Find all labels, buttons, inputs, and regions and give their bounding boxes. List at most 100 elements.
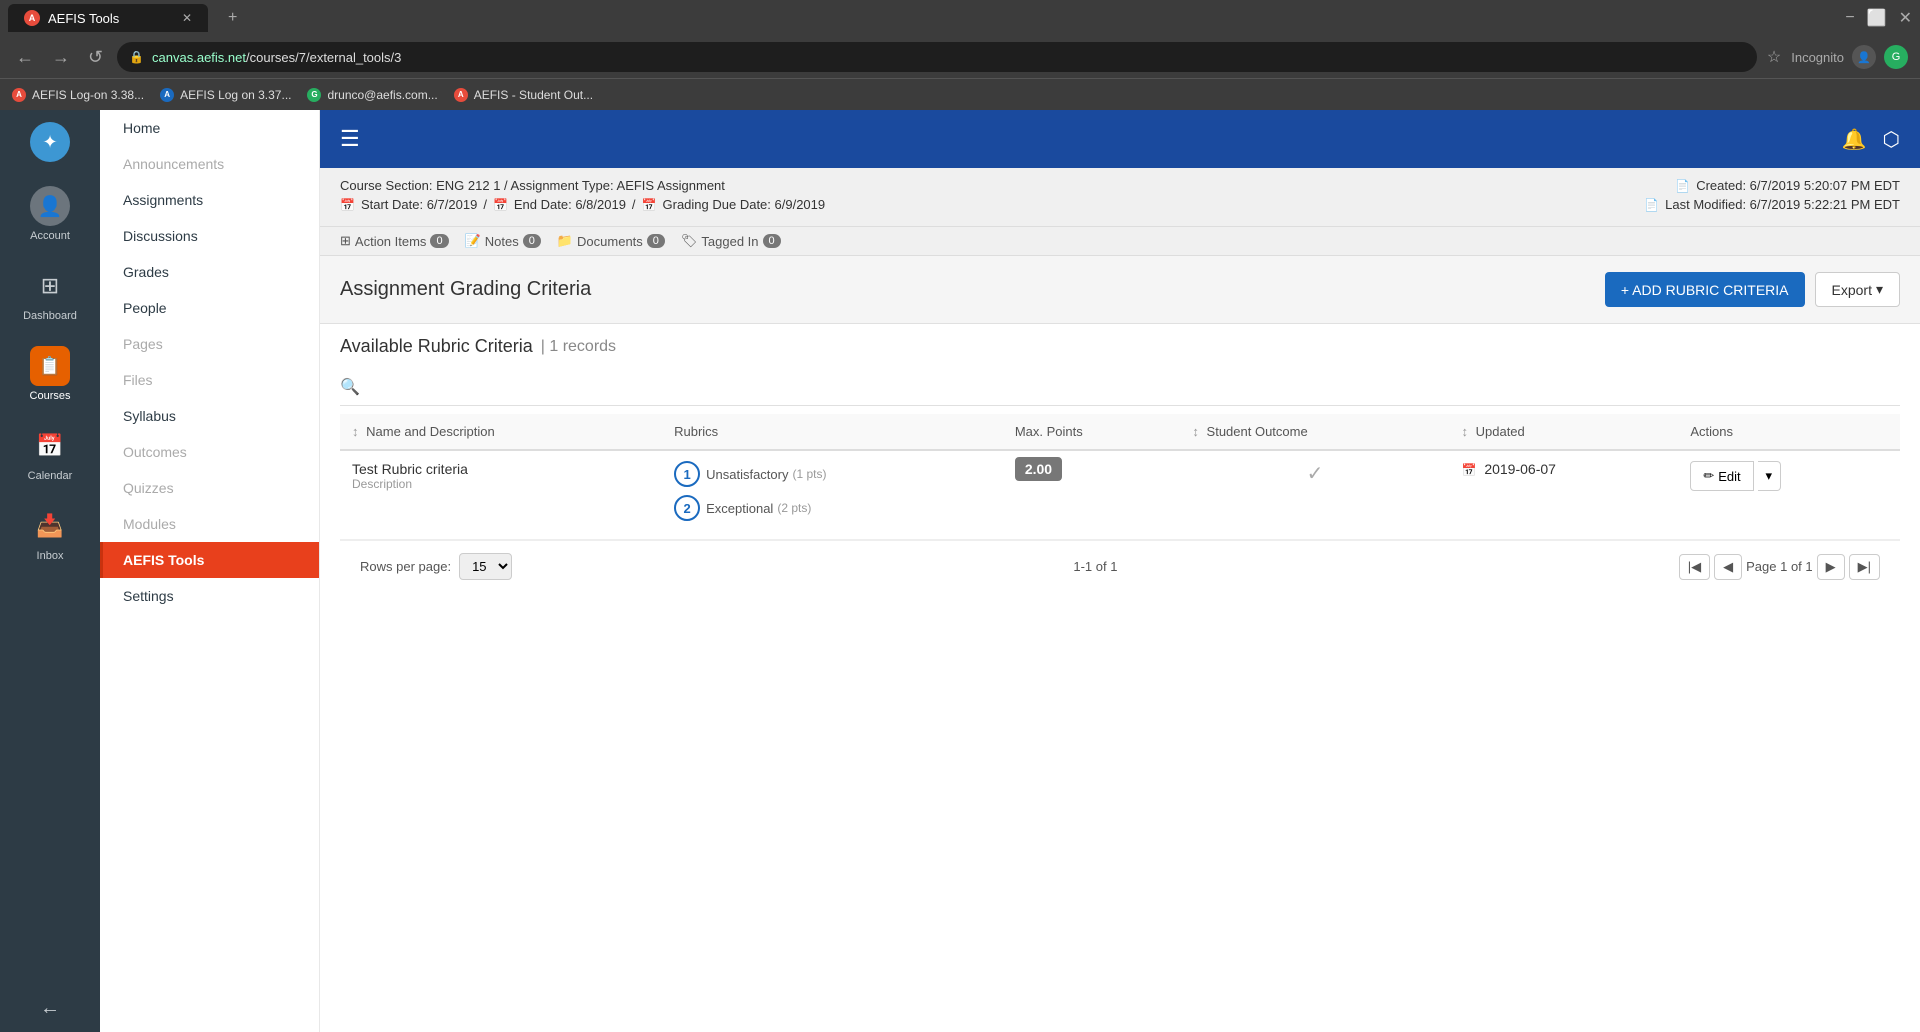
row-actions-cell: ✏ Edit ▾: [1678, 450, 1900, 540]
info-bar-left: Course Section: ENG 212 1 / Assignment T…: [340, 178, 825, 216]
col-max-points[interactable]: Max. Points: [1003, 414, 1181, 450]
edit-button[interactable]: ✏ Edit: [1690, 461, 1753, 491]
col-name-label: Name and Description: [366, 424, 495, 439]
bell-icon[interactable]: 🔔: [1842, 127, 1867, 152]
action-items-link[interactable]: ⊞ Action Items 0: [340, 233, 449, 249]
pencil-icon: ✏: [1703, 468, 1714, 484]
table-head: ↕ Name and Description Rubrics Max. Poin…: [340, 414, 1900, 450]
calendar-icon: 📅: [30, 426, 70, 466]
bookmark-button[interactable]: ☆: [1767, 47, 1781, 67]
url-display: canvas.aefis.net/courses/7/external_tool…: [152, 50, 401, 65]
calendar-icon-small: 📅: [340, 198, 355, 212]
browser-tab-active[interactable]: A AEFIS Tools ✕: [8, 4, 208, 32]
new-tab-button[interactable]: +: [216, 3, 249, 33]
account-icon: 👤: [30, 186, 70, 226]
global-nav-inbox[interactable]: 📥 Inbox: [0, 494, 100, 574]
col-student-outcome-label: Student Outcome: [1207, 424, 1308, 439]
pagination-range: 1-1 of 1: [1073, 559, 1117, 574]
course-nav-syllabus[interactable]: Syllabus: [100, 398, 319, 434]
global-nav-courses[interactable]: 📋 Courses: [0, 334, 100, 414]
col-rubrics: Rubrics: [662, 414, 1003, 450]
next-page-button[interactable]: ▶: [1817, 554, 1845, 580]
tagged-in-link[interactable]: 🏷 Tagged In 0: [681, 233, 781, 249]
course-nav-discussions[interactable]: Discussions: [100, 218, 319, 254]
aefis-iframe-content: ☰ 🔔 ⬡ Course Section: ENG 212 1 / Assign…: [320, 110, 1920, 1032]
documents-link[interactable]: 📁 Documents 0: [557, 233, 665, 249]
col-student-outcome[interactable]: ↕ Student Outcome: [1180, 414, 1449, 450]
courses-label: Courses: [30, 390, 71, 402]
bookmark-label-4: AEFIS - Student Out...: [474, 88, 593, 102]
profile-icon: G: [1884, 45, 1908, 69]
separator-1: /: [483, 197, 487, 212]
user-icon: 👤: [30, 186, 70, 226]
rows-per-page-select[interactable]: 15 25 50: [459, 553, 512, 580]
url-domain: canvas.aefis.net: [152, 50, 246, 65]
row-updated-cell: 📅 2019-06-07: [1449, 450, 1678, 540]
course-nav-people[interactable]: People: [100, 290, 319, 326]
global-nav-account[interactable]: 👤 Account: [0, 174, 100, 254]
course-nav-grades[interactable]: Grades: [100, 254, 319, 290]
incognito-label: Incognito: [1791, 50, 1844, 65]
rows-per-page-label: Rows per page:: [360, 559, 451, 574]
course-navigation: Home Announcements Assignments Discussio…: [100, 110, 320, 1032]
modified-icon: 📄: [1644, 198, 1659, 212]
edit-dropdown-button[interactable]: ▾: [1758, 461, 1782, 491]
date-info: 📅 Start Date: 6/7/2019 / 📅 End Date: 6/8…: [340, 197, 825, 212]
bookmark-google[interactable]: G drunco@aefis.com...: [307, 88, 437, 102]
bookmark-aefis-2[interactable]: A AEFIS Log on 3.37...: [160, 88, 291, 102]
add-rubric-criteria-button[interactable]: + ADD RUBRIC CRITERIA: [1605, 272, 1805, 307]
row-name: Test Rubric criteria: [352, 461, 650, 477]
export-button[interactable]: Export ▾: [1815, 272, 1901, 307]
minimize-button[interactable]: −: [1845, 9, 1854, 27]
end-date-text: End Date: 6/8/2019: [514, 197, 626, 212]
last-page-button[interactable]: ▶|: [1849, 554, 1880, 580]
rubric-label-1: Unsatisfactory: [706, 467, 788, 482]
calendar-label: Calendar: [28, 470, 73, 482]
search-icon: 🔍: [340, 377, 360, 397]
search-input[interactable]: [368, 379, 1900, 395]
table-header-row: Available Rubric Criteria | 1 records: [340, 324, 1900, 369]
col-name[interactable]: ↕ Name and Description: [340, 414, 662, 450]
browser-titlebar: A AEFIS Tools ✕ + − ⬜ ✕: [0, 0, 1920, 36]
col-max-points-label: Max. Points: [1015, 424, 1083, 439]
notes-link[interactable]: 📝 Notes 0: [465, 233, 541, 249]
bookmark-aefis-1[interactable]: A AEFIS Log-on 3.38...: [12, 88, 144, 102]
global-nav-collapse[interactable]: ←: [0, 985, 100, 1032]
forward-button[interactable]: →: [48, 43, 74, 72]
close-button[interactable]: ✕: [1899, 8, 1912, 28]
bookmark-aefis-3[interactable]: A AEFIS - Student Out...: [454, 88, 593, 102]
close-tab-button[interactable]: ✕: [182, 11, 192, 25]
documents-label: Documents: [577, 234, 643, 249]
global-nav-dashboard[interactable]: ⊞ Dashboard: [0, 254, 100, 334]
main-content: ☰ 🔔 ⬡ Course Section: ENG 212 1 / Assign…: [320, 110, 1920, 1032]
back-button[interactable]: ←: [12, 43, 38, 72]
sort-arrows-updated: ↕: [1461, 424, 1468, 439]
course-nav-aefis-tools[interactable]: AEFIS Tools: [100, 542, 319, 578]
course-nav-settings[interactable]: Settings: [100, 578, 319, 614]
global-nav-home[interactable]: ✦: [0, 110, 100, 174]
course-section-text: Course Section: ENG 212 1 / Assignment T…: [340, 178, 725, 193]
address-bar[interactable]: 🔒 canvas.aefis.net/courses/7/external_to…: [117, 42, 1757, 72]
global-nav-calendar[interactable]: 📅 Calendar: [0, 414, 100, 494]
external-link-icon[interactable]: ⬡: [1883, 127, 1900, 152]
available-rubric-title: Available Rubric Criteria: [340, 336, 533, 357]
reload-button[interactable]: ↺: [84, 43, 107, 72]
hamburger-button[interactable]: ☰: [340, 126, 360, 152]
chevron-down-icon: ▾: [1876, 281, 1883, 298]
browser-window: A AEFIS Tools ✕ + − ⬜ ✕ ← → ↺ 🔒 canvas.a…: [0, 0, 1920, 1032]
prev-page-button[interactable]: ◀: [1714, 554, 1742, 580]
course-nav-assignments[interactable]: Assignments: [100, 182, 319, 218]
course-nav-home[interactable]: Home: [100, 110, 319, 146]
course-nav-announcements: Announcements: [100, 146, 319, 182]
course-nav-pages: Pages: [100, 326, 319, 362]
action-items-badge: 0: [430, 234, 448, 248]
course-nav-outcomes: Outcomes: [100, 434, 319, 470]
col-updated[interactable]: ↕ Updated: [1449, 414, 1678, 450]
col-rubrics-label: Rubrics: [674, 424, 718, 439]
search-box: 🔍: [340, 369, 1900, 406]
rubric-label-2: Exceptional: [706, 501, 773, 516]
first-page-button[interactable]: |◀: [1679, 554, 1710, 580]
canvas-app: ✦ 👤 Account ⊞ Dashboard 📋: [0, 110, 1920, 1032]
col-actions: Actions: [1678, 414, 1900, 450]
maximize-button[interactable]: ⬜: [1867, 8, 1887, 28]
